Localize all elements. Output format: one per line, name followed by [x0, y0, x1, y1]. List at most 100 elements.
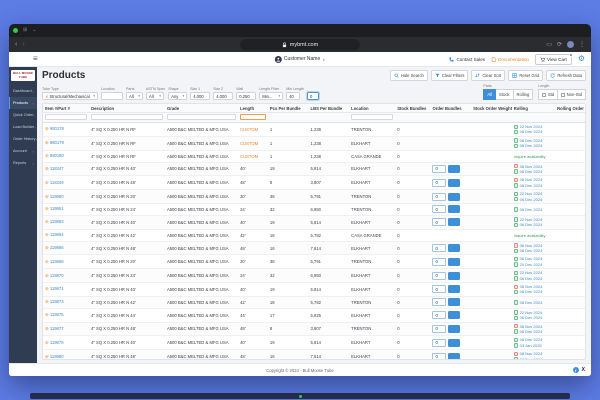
- column-filter-input-location[interactable]: [351, 114, 394, 120]
- browser-menu-icon[interactable]: ⋮: [579, 42, 585, 48]
- rolling-date-link[interactable]: 06 Dec 2024: [520, 197, 543, 202]
- order-qty-input[interactable]: 0: [432, 285, 447, 294]
- add-to-cart-button[interactable]: [447, 285, 460, 294]
- rolling-date-link[interactable]: 06 Dec 2024: [520, 222, 543, 227]
- item-number-link[interactable]: 119863: [50, 219, 64, 224]
- add-to-cart-button[interactable]: [447, 192, 460, 201]
- rolling-date-link[interactable]: 08 Dec 2024: [520, 329, 543, 334]
- rolling-date-link[interactable]: 06 Dec 2024: [520, 276, 543, 281]
- rolling-date-link[interactable]: 08 Dec 2024: [520, 143, 543, 148]
- expand-plus-icon[interactable]: ⊕: [45, 312, 49, 317]
- length-option-std[interactable]: Std: [538, 89, 559, 100]
- sidebar-item-account[interactable]: Account ›: [9, 145, 37, 157]
- item-number-link[interactable]: 119860: [50, 194, 64, 199]
- column-filter-input-grade[interactable]: [166, 114, 237, 120]
- order-qty-input[interactable]: 0: [432, 244, 447, 253]
- sidebar-item-products[interactable]: Products ›: [9, 97, 37, 109]
- sidebar-toggle-icon[interactable]: ≡: [33, 55, 38, 63]
- item-number-link[interactable]: 119880: [50, 354, 64, 359]
- parts-option-all[interactable]: All: [483, 89, 497, 100]
- rolling-date-link[interactable]: 06 Dec 2024: [520, 129, 543, 134]
- order-qty-input[interactable]: 0: [432, 164, 447, 173]
- extra-input[interactable]: 0: [306, 92, 319, 100]
- size-2-input[interactable]: 4.000: [213, 92, 234, 100]
- expand-plus-icon[interactable]: ⊕: [45, 194, 49, 199]
- expand-plus-icon[interactable]: ⊕: [45, 273, 49, 278]
- item-number-link[interactable]: 119864: [50, 232, 64, 237]
- column-header-stock-order-weight[interactable]: Stock Order Weight: [471, 104, 512, 113]
- wall-input[interactable]: 0.250: [236, 92, 257, 100]
- min-length-input[interactable]: 40: [286, 92, 301, 100]
- facebook-icon[interactable]: f: [572, 367, 579, 373]
- add-to-cart-button[interactable]: [447, 164, 460, 173]
- column-header-stock-bundles[interactable]: Stock Bundles: [395, 104, 431, 113]
- column-filter-input-description[interactable]: [91, 114, 163, 120]
- add-to-cart-button[interactable]: [447, 257, 460, 266]
- astm-spec-input[interactable]: All ▾: [146, 92, 164, 100]
- item-number-link[interactable]: 119861: [50, 206, 64, 211]
- expand-plus-icon[interactable]: ⊕: [45, 259, 49, 264]
- rolling-date-link[interactable]: 03 Jan 2025: [520, 343, 542, 348]
- customer-selector[interactable]: Customer Name ∨: [274, 55, 325, 63]
- item-number-link[interactable]: 119875: [50, 312, 64, 317]
- order-qty-input[interactable]: 0: [432, 311, 447, 320]
- sidebar-item-order-history[interactable]: Order History›: [9, 133, 37, 145]
- column-header-item-part[interactable]: Item #/Part #: [43, 104, 90, 113]
- sidebar-item-quick-order[interactable]: Quick Order ›: [9, 109, 37, 121]
- expand-plus-icon[interactable]: ⊕: [45, 286, 49, 291]
- add-to-cart-button[interactable]: [447, 178, 460, 187]
- expand-plus-icon[interactable]: ⊕: [45, 140, 49, 145]
- forward-icon[interactable]: ›: [22, 41, 24, 48]
- sidebar-item-reports[interactable]: Reports ›: [9, 157, 37, 169]
- clear-x-icon[interactable]: ✕: [45, 94, 48, 99]
- rolling-date-link[interactable]: 08 Dec 2024: [520, 183, 543, 188]
- sidebar-item-dashboard[interactable]: Dashboard ›: [9, 85, 37, 97]
- refresh-icon[interactable]: ⟳: [557, 42, 562, 48]
- tab-grid-icon[interactable]: ⊞: [23, 28, 27, 33]
- length-option-non-std[interactable]: Non-Std: [558, 89, 586, 100]
- column-filter-input-item-part[interactable]: [45, 114, 88, 120]
- item-number-link[interactable]: 980179: [50, 140, 64, 145]
- add-to-cart-button[interactable]: [447, 338, 460, 347]
- parts-input[interactable]: All ▾: [126, 92, 143, 100]
- order-qty-input[interactable]: 0: [432, 338, 447, 347]
- tab-chevron-icon[interactable]: ⌄: [32, 28, 36, 33]
- add-to-cart-button[interactable]: [447, 352, 460, 359]
- add-to-cart-button[interactable]: [447, 205, 460, 214]
- expand-plus-icon[interactable]: ⊕: [45, 219, 49, 224]
- add-to-cart-button[interactable]: [447, 324, 460, 333]
- add-to-cart-button[interactable]: [447, 271, 460, 280]
- rolling-date-link[interactable]: 08 Dec 2024: [520, 169, 543, 174]
- item-number-link[interactable]: 119873: [50, 299, 64, 304]
- item-number-link[interactable]: 119866: [50, 245, 64, 250]
- add-to-cart-button[interactable]: [447, 218, 460, 227]
- rolling-date-link[interactable]: 06 Dec 2024: [520, 207, 543, 212]
- clear-sort-button[interactable]: Clear Sort: [471, 70, 506, 81]
- view-cart-button[interactable]: View Cart: [534, 52, 573, 65]
- expand-plus-icon[interactable]: ⊕: [45, 340, 49, 345]
- clear-filters-button[interactable]: Clear Filters: [430, 70, 469, 81]
- expand-plus-icon[interactable]: ⊕: [45, 245, 49, 250]
- column-header-length[interactable]: Length: [238, 104, 268, 113]
- expand-plus-icon[interactable]: ⊕: [45, 232, 49, 237]
- item-number-link[interactable]: 118349: [50, 180, 64, 185]
- cast-icon[interactable]: ▭: [546, 42, 552, 48]
- rolling-date-link[interactable]: 08 Dec 2024: [520, 248, 543, 253]
- column-header-order-bundles[interactable]: Order Bundles: [430, 104, 472, 113]
- column-header-grade[interactable]: Grade: [164, 104, 239, 113]
- column-header-rolling-order-weight[interactable]: Rolling Order Weight: [555, 104, 585, 113]
- expand-plus-icon[interactable]: ⊕: [45, 180, 49, 185]
- refresh-data-button[interactable]: Refresh Data: [546, 70, 586, 81]
- item-number-link[interactable]: 118347: [50, 166, 64, 171]
- x-twitter-icon[interactable]: X: [582, 367, 585, 373]
- expand-plus-icon[interactable]: ⊕: [45, 126, 49, 131]
- order-qty-input[interactable]: 0: [432, 352, 447, 359]
- expand-plus-icon[interactable]: ⊕: [45, 326, 49, 331]
- order-qty-input[interactable]: 0: [432, 271, 447, 280]
- hide-search-button[interactable]: Hide Search: [389, 70, 428, 81]
- item-number-link[interactable]: 119868: [50, 259, 64, 264]
- expand-plus-icon[interactable]: ⊕: [45, 153, 49, 158]
- parts-option-stock[interactable]: Stock: [496, 89, 514, 100]
- documentation-link[interactable]: Documentation: [491, 57, 529, 62]
- column-header-rolling[interactable]: Rolling: [511, 104, 556, 113]
